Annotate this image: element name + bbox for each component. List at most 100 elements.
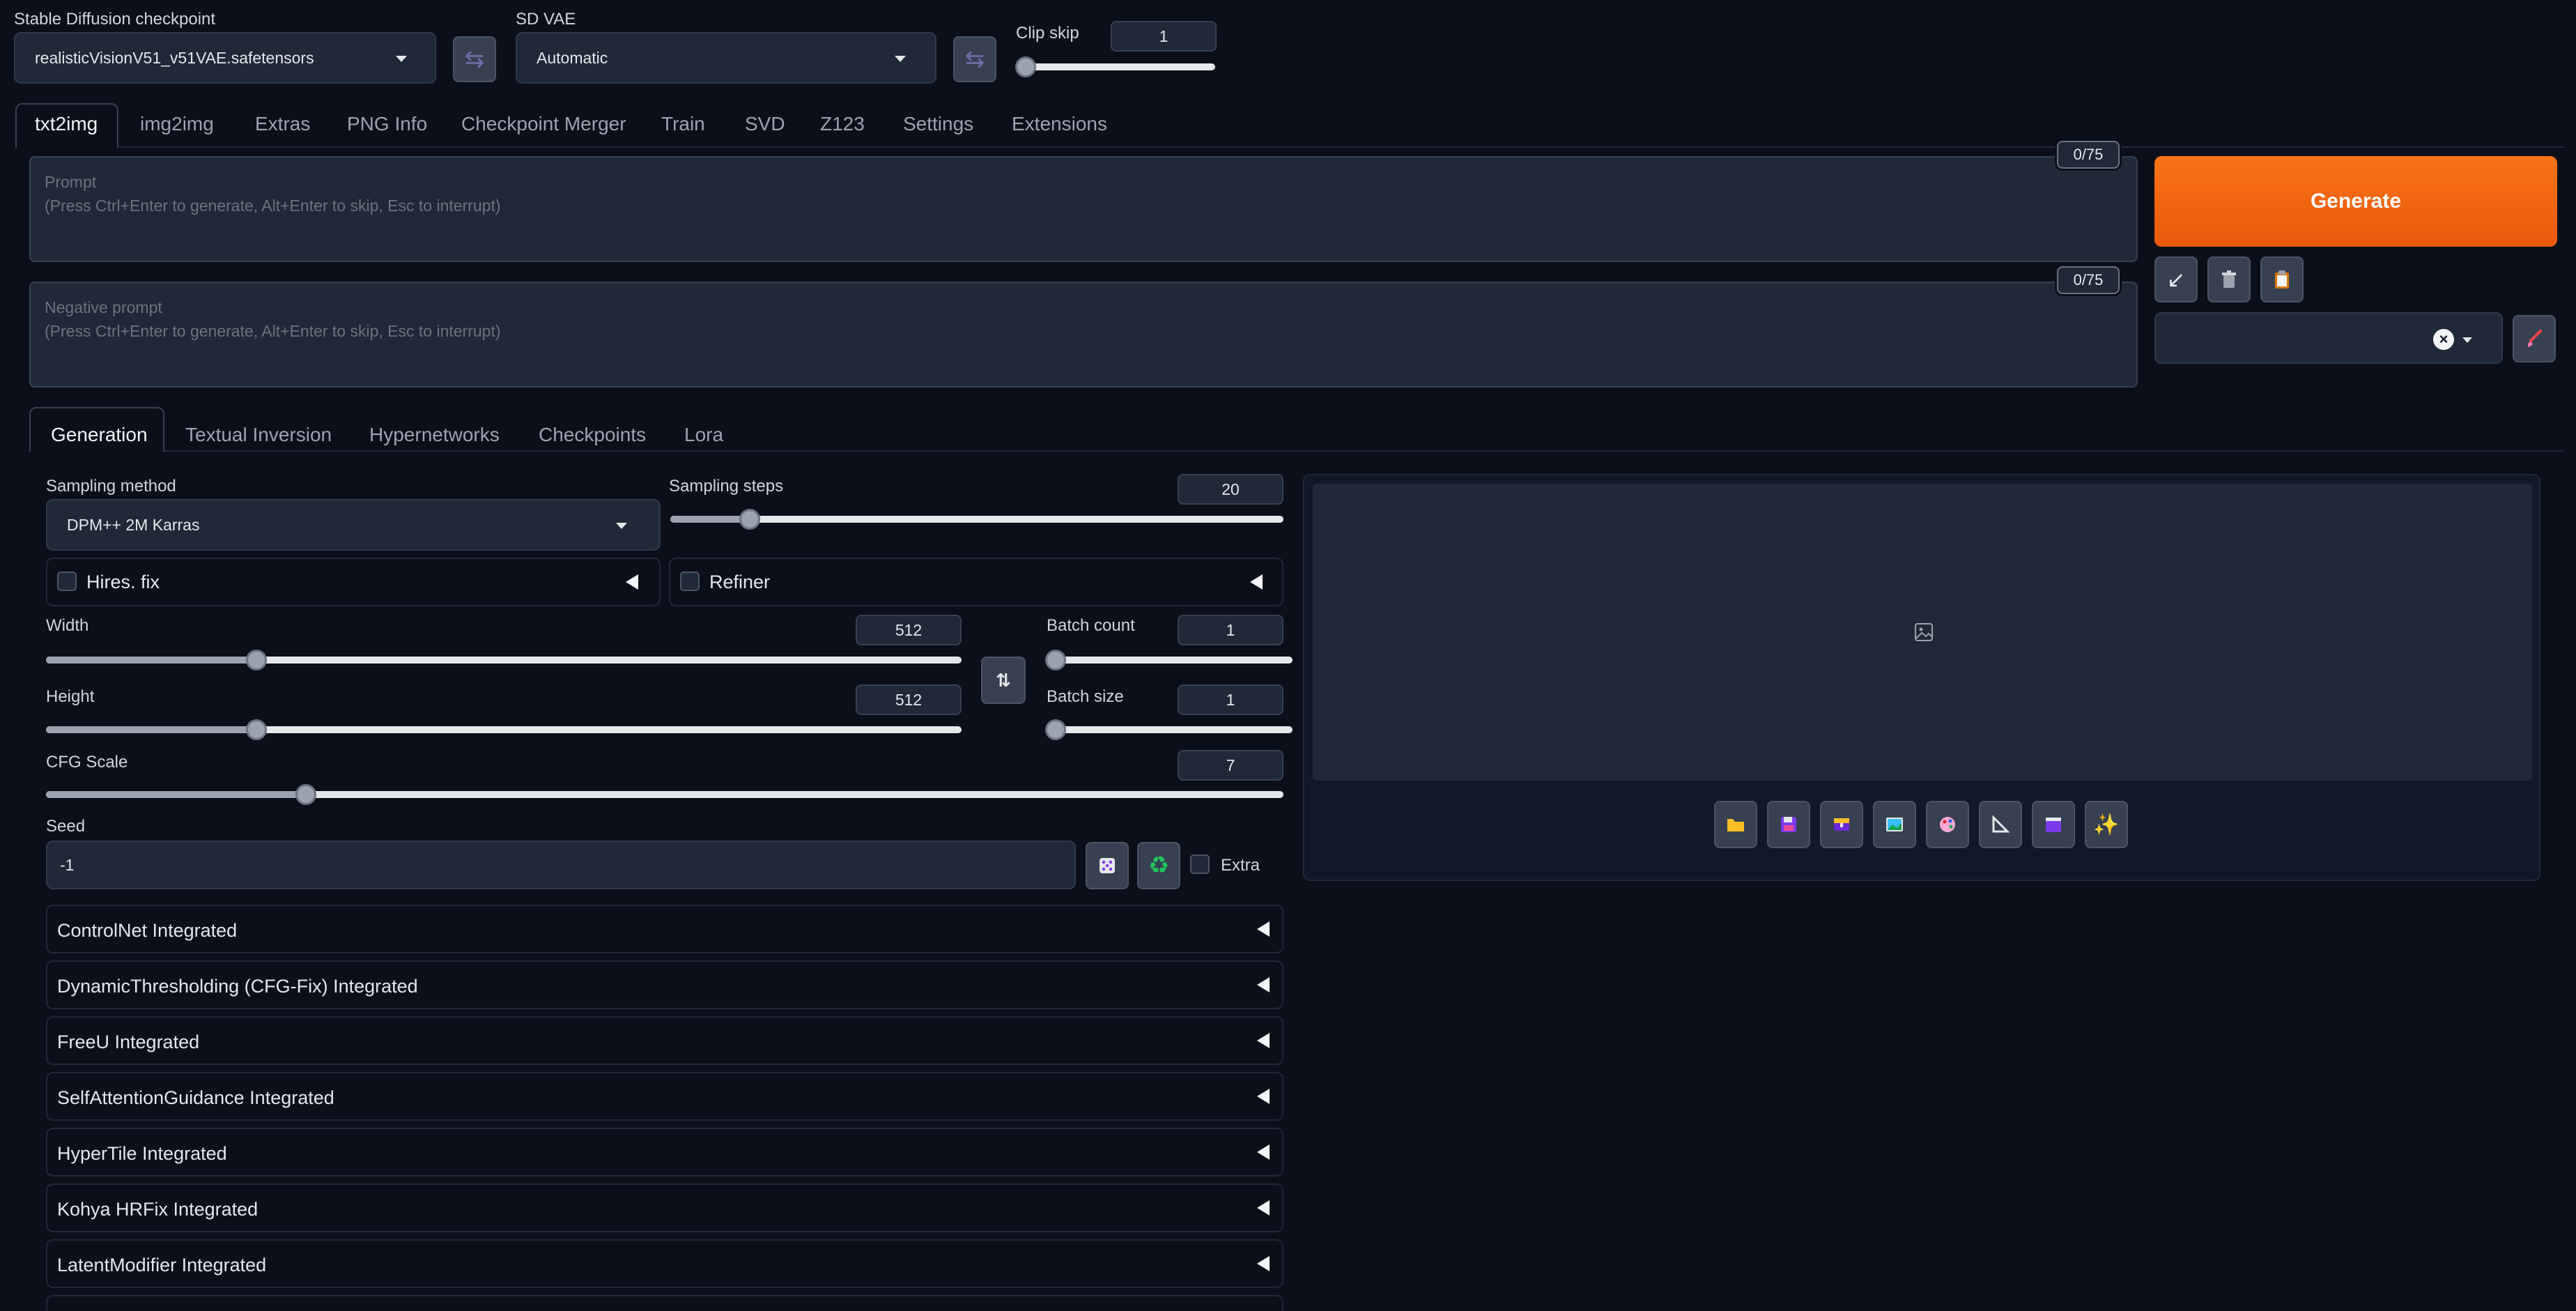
chevron-down-icon[interactable] (2462, 337, 2472, 343)
sampling-steps-input[interactable]: 20 (1178, 474, 1283, 505)
subtab-lora[interactable]: Lora (684, 424, 723, 446)
refresh-vae-button[interactable]: ⇆ (953, 36, 996, 82)
subtab-hypernetworks[interactable]: Hypernetworks (369, 424, 500, 446)
extra-seed-checkbox[interactable] (1190, 854, 1210, 874)
send-to-extras-icon[interactable] (1979, 801, 2022, 848)
swap-dimensions-button[interactable]: ⇅ (981, 657, 1026, 704)
zip-icon[interactable] (1820, 801, 1863, 848)
cfg-scale-slider[interactable] (46, 784, 1283, 805)
batch-count-slider[interactable] (1045, 650, 1293, 670)
height-slider-thumb[interactable] (246, 719, 268, 740)
batch-size-slider[interactable] (1045, 719, 1293, 740)
width-slider-thumb[interactable] (246, 650, 268, 670)
tabs-divider (118, 146, 2564, 148)
tab-checkpoint-merger[interactable]: Checkpoint Merger (461, 113, 626, 135)
brush-icon[interactable] (2513, 315, 2556, 362)
prompt-placeholder-label: Prompt (45, 173, 97, 191)
sampling-steps-slider-thumb[interactable] (739, 509, 761, 530)
seed-label: Seed (46, 817, 86, 836)
cfg-scale-slider-thumb[interactable] (295, 784, 316, 805)
subtab-textual-inversion[interactable]: Textual Inversion (185, 424, 332, 446)
tab-svd[interactable]: SVD (745, 113, 785, 135)
width-slider[interactable] (46, 650, 962, 670)
triangle-left-icon (1250, 574, 1263, 590)
tab-settings[interactable]: Settings (903, 113, 973, 135)
accordion-title: ControlNet Integrated (57, 920, 238, 941)
output-panel (1303, 474, 2540, 881)
styles-dropdown[interactable]: × (2154, 312, 2503, 364)
refresh-checkpoint-button[interactable]: ⇆ (453, 36, 496, 82)
tab-img2img[interactable]: img2img (140, 113, 214, 135)
tab-z123[interactable]: Z123 (820, 113, 865, 135)
prompt-placeholder-hint: (Press Ctrl+Enter to generate, Alt+Enter… (45, 197, 501, 215)
triangle-left-icon (1257, 1144, 1270, 1160)
refiner-checkbox[interactable] (680, 572, 700, 591)
send-to-img2img-icon[interactable] (1873, 801, 1916, 848)
prompt-textarea[interactable]: Prompt (Press Ctrl+Enter to generate, Al… (29, 156, 2138, 262)
clear-x-icon[interactable]: × (2433, 329, 2454, 350)
accordion-partial[interactable] (46, 1295, 1283, 1311)
sampling-steps-label: Sampling steps (669, 477, 784, 496)
accordion-hypertile[interactable]: HyperTile Integrated (46, 1128, 1283, 1176)
accordion-self-attention-guidance[interactable]: SelfAttentionGuidance Integrated (46, 1072, 1283, 1121)
refiner-accordion[interactable]: Refiner (669, 558, 1283, 606)
accordion-freeu[interactable]: FreeU Integrated (46, 1016, 1283, 1065)
send-to-inpaint-icon[interactable] (1926, 801, 1969, 848)
checkpoint-dropdown[interactable]: realisticVisionV51_v51VAE.safetensors (14, 32, 436, 84)
triangle-left-icon (626, 574, 638, 590)
width-input[interactable]: 512 (856, 615, 962, 645)
clipboard-icon[interactable] (2260, 256, 2304, 302)
trash-icon[interactable] (2207, 256, 2251, 302)
hires-fix-checkbox[interactable] (57, 572, 77, 591)
batch-count-input[interactable]: 1 (1178, 615, 1283, 645)
cfg-scale-input[interactable]: 7 (1178, 750, 1283, 781)
folder-icon[interactable] (1714, 801, 1757, 848)
height-label: Height (46, 687, 95, 706)
tab-extensions[interactable]: Extensions (1012, 113, 1107, 135)
subtab-generation[interactable]: Generation (51, 424, 148, 446)
clip-skip-label: Clip skip (1016, 24, 1079, 43)
chevron-down-icon (616, 523, 627, 529)
cfg-scale-label: CFG Scale (46, 753, 128, 772)
sparkle-icon[interactable]: ✨ (2085, 801, 2128, 848)
seed-value: -1 (60, 856, 75, 874)
triangle-left-icon (1257, 921, 1270, 937)
batch-count-slider-thumb[interactable] (1045, 650, 1066, 670)
hires-fix-accordion[interactable]: Hires. fix (46, 558, 661, 606)
accordion-dynamic-thresholding[interactable]: DynamicThresholding (CFG-Fix) Integrated (46, 960, 1283, 1009)
seed-input[interactable]: -1 (46, 841, 1076, 889)
arrow-down-left-icon[interactable]: ↙ (2154, 256, 2198, 302)
vae-dropdown[interactable]: Automatic (516, 32, 936, 84)
height-slider[interactable] (46, 719, 962, 740)
cfg-scale-slider-fill (46, 791, 306, 798)
accordion-kohya-hrfix[interactable]: Kohya HRFix Integrated (46, 1183, 1283, 1232)
batch-size-label: Batch size (1047, 687, 1124, 706)
negative-prompt-placeholder-hint: (Press Ctrl+Enter to generate, Alt+Enter… (45, 322, 501, 340)
tab-extras[interactable]: Extras (255, 113, 310, 135)
batch-size-input[interactable]: 1 (1178, 684, 1283, 715)
prompt-token-counter: 0/75 (2057, 141, 2120, 169)
accordion-title: FreeU Integrated (57, 1032, 200, 1052)
tab-png-info[interactable]: PNG Info (347, 113, 427, 135)
clip-skip-slider[interactable] (1015, 56, 1215, 77)
tab-train[interactable]: Train (661, 113, 705, 135)
negative-prompt-token-counter: 0/75 (2057, 266, 2120, 294)
clip-skip-input[interactable]: 1 (1111, 21, 1217, 52)
clip-skip-slider-thumb[interactable] (1015, 56, 1036, 77)
dice-icon[interactable] (1086, 842, 1129, 889)
save-icon[interactable] (1767, 801, 1810, 848)
subtab-checkpoints[interactable]: Checkpoints (539, 424, 646, 446)
sampling-steps-slider[interactable] (670, 509, 1283, 530)
batch-size-slider-thumb[interactable] (1045, 719, 1066, 740)
tab-txt2img[interactable]: txt2img (35, 113, 98, 135)
accordion-latent-modifier[interactable]: LatentModifier Integrated (46, 1239, 1283, 1288)
accordion-title: DynamicThresholding (CFG-Fix) Integrated (57, 976, 418, 997)
output-image-area (1313, 484, 2532, 781)
accordion-controlnet[interactable]: ControlNet Integrated (46, 905, 1283, 953)
negative-prompt-textarea[interactable]: Negative prompt (Press Ctrl+Enter to gen… (29, 282, 2138, 388)
send-to-svd-icon[interactable] (2032, 801, 2075, 848)
sampling-method-dropdown[interactable]: DPM++ 2M Karras (46, 499, 661, 551)
recycle-icon[interactable]: ♻ (1137, 842, 1180, 889)
height-input[interactable]: 512 (856, 684, 962, 715)
generate-button[interactable]: Generate (2154, 156, 2557, 247)
